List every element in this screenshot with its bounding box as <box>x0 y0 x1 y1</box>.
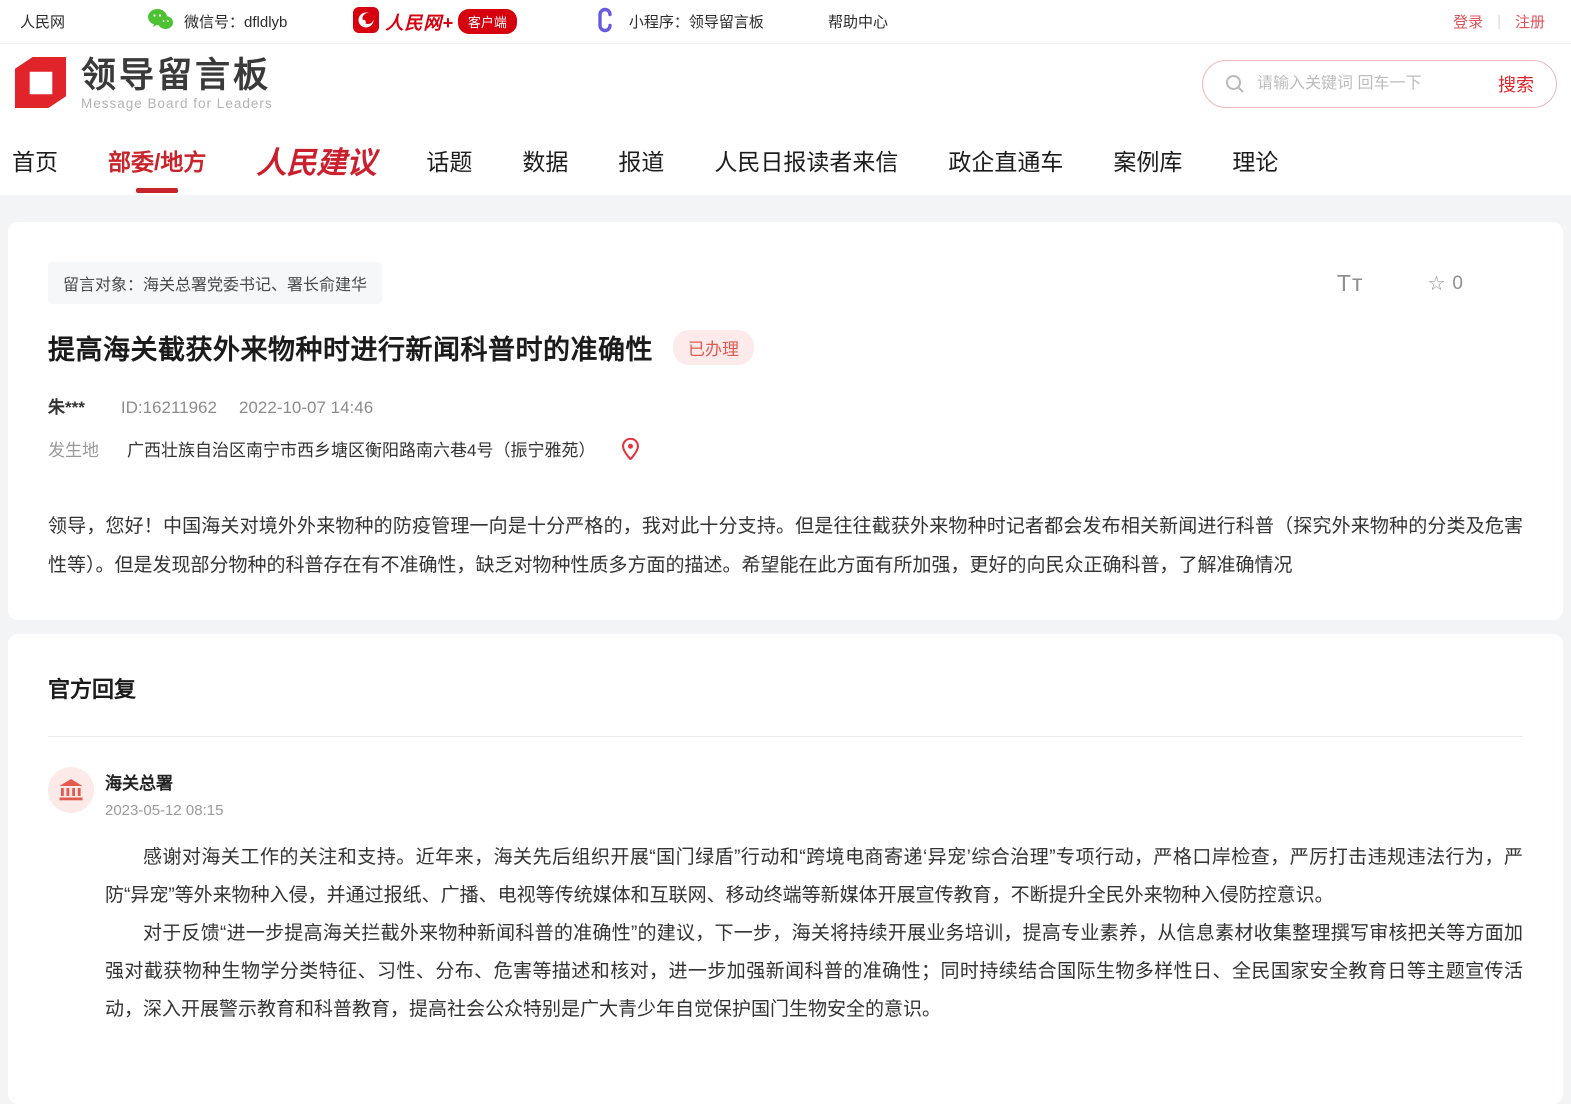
official-reply-card: 官方回复 海关总署 2023-05-12 08:15 感谢对海关工作的关注和支持… <box>8 634 1563 1104</box>
message-card: 留言对象：海关总署党委书记、署长俞建华 Tт ☆ 0 提高海关截获外来物种时进行… <box>8 222 1563 620</box>
location-pin-icon[interactable] <box>621 438 640 460</box>
nav-home[interactable]: 首页 <box>12 143 58 177</box>
nav-ministries-regions[interactable]: 部委/地方 <box>108 143 206 177</box>
site-logo[interactable]: 领导留言板 Message Board for Leaders <box>12 55 273 115</box>
peoples-daily-link[interactable]: 人民网 <box>20 11 65 32</box>
miniprogram-label: 小程序：领导留言板 <box>629 11 764 32</box>
people-app-icon <box>353 7 379 37</box>
agency-name: 海关总署 <box>105 769 1523 794</box>
wechat-info: 微信号：dfldlyb <box>147 8 287 35</box>
miniprogram-info: 小程序：领导留言板 <box>593 7 764 37</box>
login-link[interactable]: 登录 <box>1453 11 1483 32</box>
people-app-brand: 人民网+ <box>385 9 454 35</box>
content-area: 留言对象：海关总署党委书记、署长俞建华 Tт ☆ 0 提高海关截获外来物种时进行… <box>0 195 1571 1104</box>
search-box: 搜索 <box>1202 60 1557 108</box>
search-icon <box>1225 74 1245 94</box>
agency-avatar <box>48 767 94 813</box>
site-header: 领导留言板 Message Board for Leaders 搜索 <box>0 44 1571 125</box>
logo-title: 领导留言板 <box>81 58 273 95</box>
message-board-logo-icon <box>12 55 69 115</box>
main-nav: 首页 部委/地方 人民建议 话题 数据 报道 人民日报读者来信 政企直通车 案例… <box>0 125 1571 195</box>
favorite-count: 0 <box>1452 273 1463 295</box>
register-link[interactable]: 注册 <box>1515 11 1545 32</box>
font-size-icon[interactable]: Tт <box>1337 270 1364 297</box>
people-app-link[interactable]: 人民网+ 客户端 <box>353 7 517 37</box>
location-value: 广西壮族自治区南宁市西乡塘区衡阳路南六巷4号（振宁雅苑） <box>127 436 595 461</box>
star-icon: ☆ <box>1427 271 1445 296</box>
bank-icon <box>58 778 84 802</box>
miniprogram-icon <box>593 7 617 37</box>
nav-data[interactable]: 数据 <box>522 143 568 177</box>
message-target-chip: 留言对象：海关总署党委书记、署长俞建华 <box>48 262 382 304</box>
status-badge: 已办理 <box>673 330 754 365</box>
logo-subtitle: Message Board for Leaders <box>81 96 273 111</box>
favorite-button[interactable]: ☆ 0 <box>1427 271 1463 296</box>
message-body: 领导，您好！中国海关对境外外来物种的防疫管理一向是十分严格的，我对此十分支持。但… <box>48 507 1523 585</box>
reply-paragraph: 对于反馈“进一步提高海关拦截外来物种新闻科普的准确性”的建议，下一步，海关将持续… <box>105 915 1523 1029</box>
nav-theory[interactable]: 理论 <box>1232 143 1278 177</box>
message-id: ID:16211962 <box>121 398 217 418</box>
nav-gov-business-express[interactable]: 政企直通车 <box>948 143 1063 177</box>
wechat-icon <box>147 8 174 35</box>
message-author: 朱*** <box>48 393 85 418</box>
help-center-link[interactable]: 帮助中心 <box>828 11 888 32</box>
message-time: 2022-10-07 14:46 <box>239 398 373 418</box>
search-input[interactable] <box>1257 75 1498 93</box>
wechat-id-label: 微信号：dfldlyb <box>184 11 287 32</box>
reply-time: 2023-05-12 08:15 <box>105 802 1523 819</box>
reply-paragraph: 感谢对海关工作的关注和支持。近年来，海关先后组织开展“国门绿盾”行动和“跨境电商… <box>105 839 1523 915</box>
reply-text: 感谢对海关工作的关注和支持。近年来，海关先后组织开展“国门绿盾”行动和“跨境电商… <box>105 839 1523 1029</box>
reply-section-title: 官方回复 <box>48 672 1523 737</box>
nav-case-library[interactable]: 案例库 <box>1113 143 1182 177</box>
login-register-divider: | <box>1497 13 1501 30</box>
nav-reports[interactable]: 报道 <box>618 143 664 177</box>
top-utility-bar: 人民网 微信号：dfldlyb 人民网+ 客户端 <box>0 0 1571 44</box>
search-button[interactable]: 搜索 <box>1498 71 1534 97</box>
nav-topics[interactable]: 话题 <box>426 143 472 177</box>
client-badge: 客户端 <box>458 9 517 34</box>
nav-peoples-suggestions[interactable]: 人民建议 <box>256 138 376 182</box>
location-label: 发生地 <box>48 436 99 461</box>
message-title: 提高海关截获外来物种时进行新闻科普时的准确性 <box>48 328 653 367</box>
nav-reader-letters[interactable]: 人民日报读者来信 <box>714 143 898 177</box>
